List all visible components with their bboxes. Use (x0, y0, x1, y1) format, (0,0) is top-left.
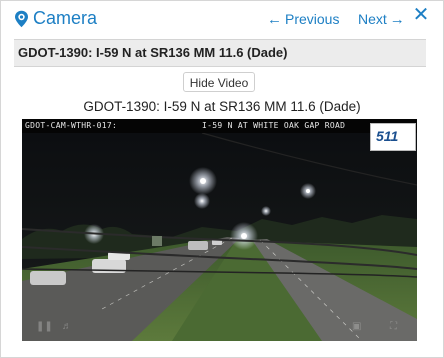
close-icon[interactable]: ✕ (412, 4, 430, 26)
camera-panel: Camera ← Previous Next → ✕ GDOT-1390: I-… (0, 0, 444, 358)
camera-video[interactable]: GDOT-CAM-WTHR-017: I-59 N AT WHITE OAK G… (22, 119, 417, 341)
panel-header: Camera ← Previous Next → ✕ (1, 1, 443, 37)
video-caption: GDOT-1390: I-59 N at SR136 MM 11.6 (Dade… (83, 99, 361, 114)
camera-id-overlay: GDOT-CAM-WTHR-017: (25, 121, 118, 130)
camera-title: GDOT-1390: I-59 N at SR136 MM 11.6 (Dade… (18, 45, 288, 60)
camera-scene (22, 119, 417, 341)
picture-in-picture-icon[interactable]: ▣ (352, 321, 361, 332)
previous-button[interactable]: ← Previous (267, 11, 339, 27)
hide-video-button[interactable]: Hide Video (183, 72, 255, 92)
panel-title-text: Camera (33, 8, 98, 28)
arrow-right-icon: → (389, 10, 405, 28)
volume-icon[interactable]: ♬ (62, 321, 72, 332)
previous-label: Previous (285, 11, 340, 27)
camera-location-overlay: I-59 N AT WHITE OAK GAP ROAD (202, 121, 346, 130)
map-pin-icon (15, 10, 28, 27)
logo-511: 511 (370, 123, 416, 151)
camera-overlay-bar: GDOT-CAM-WTHR-017: I-59 N AT WHITE OAK G… (22, 119, 417, 133)
pause-icon[interactable]: ❚❚ (36, 321, 53, 332)
next-button[interactable]: Next → (358, 11, 405, 27)
logo-511-text: 511 (376, 128, 399, 144)
next-label: Next (358, 11, 387, 27)
arrow-left-icon: ← (267, 10, 282, 28)
panel-title: Camera (14, 8, 97, 29)
camera-title-bar: GDOT-1390: I-59 N at SR136 MM 11.6 (Dade… (14, 39, 426, 67)
fullscreen-icon[interactable]: ⛶ (390, 321, 397, 332)
